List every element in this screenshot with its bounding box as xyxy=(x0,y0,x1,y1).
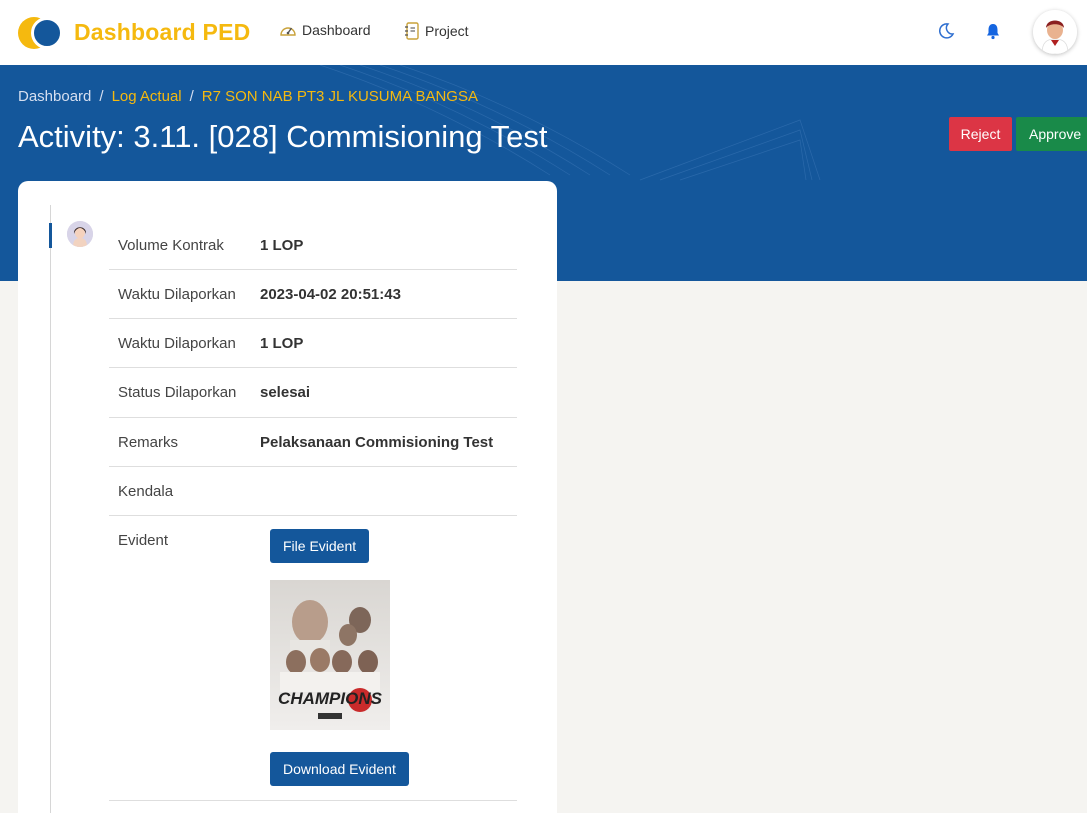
detail-value: 1 LOP xyxy=(260,236,304,254)
moon-icon[interactable] xyxy=(937,22,955,45)
download-evident-button[interactable]: Download Evident xyxy=(270,752,409,786)
detail-row: Kendala xyxy=(109,467,517,516)
page-title: Activity: 3.11. [028] Commisioning Test xyxy=(18,119,548,154)
detail-row: Volume Kontrak 1 LOP xyxy=(109,221,517,270)
detail-row: Status Dilaporkan selesai xyxy=(109,368,517,418)
detail-label: Volume Kontrak xyxy=(118,236,224,254)
detail-label: Remarks xyxy=(118,433,179,451)
reporter-avatar xyxy=(67,221,93,247)
top-navbar: Dashboard PED Dashboard Project xyxy=(0,0,1087,65)
timeline-line xyxy=(50,205,51,813)
evidence-image[interactable]: CHAMPIONS xyxy=(270,580,390,730)
detail-label: Evident xyxy=(118,532,169,549)
detail-value: 2023-04-02 20:51:43 xyxy=(260,285,401,303)
detail-row: Waktu Dilaporkan 1 LOP xyxy=(109,319,517,368)
file-evident-button[interactable]: File Evident xyxy=(270,529,370,563)
brand-name: Dashboard PED xyxy=(74,19,251,45)
reject-button[interactable]: Reject xyxy=(949,117,1012,151)
breadcrumb-current[interactable]: R7 SON NAB PT3 JL KUSUMA BANGSA xyxy=(202,88,478,105)
activity-detail-card: Volume Kontrak 1 LOP Waktu Dilaporkan 20… xyxy=(18,181,557,813)
user-avatar[interactable] xyxy=(1033,10,1077,54)
detail-value: Pelaksanaan Commisioning Test xyxy=(260,433,494,451)
breadcrumb: Dashboard / Log Actual / R7 SON NAB PT3 … xyxy=(18,88,478,105)
notebook-icon xyxy=(405,22,419,40)
timeline-marker xyxy=(49,223,52,248)
nav-project-link[interactable]: Project xyxy=(404,22,469,40)
nav-dashboard-link[interactable]: Dashboard xyxy=(279,22,371,38)
detail-label: Waktu Dilaporkan xyxy=(118,334,236,352)
nav-project-label: Project xyxy=(425,23,469,39)
detail-value: selesai xyxy=(260,384,311,401)
detail-label: Waktu Dilaporkan xyxy=(118,285,236,303)
detail-row: Remarks Pelaksanaan Commisioning Test xyxy=(109,418,517,467)
poster-text: CHAMPIONS xyxy=(278,689,383,708)
bell-icon[interactable] xyxy=(985,22,1001,45)
detail-label: Kendala xyxy=(118,482,174,500)
nav-dashboard-label: Dashboard xyxy=(302,22,371,38)
detail-value: 1 LOP xyxy=(260,334,304,352)
breadcrumb-dashboard[interactable]: Dashboard xyxy=(18,88,91,105)
detail-label: Status Dilaporkan xyxy=(118,384,237,401)
breadcrumb-separator: / xyxy=(189,88,194,105)
approve-button[interactable]: Approve xyxy=(1016,117,1087,151)
breadcrumb-log-actual[interactable]: Log Actual xyxy=(112,88,182,105)
brand-logo-icon xyxy=(18,16,64,49)
breadcrumb-separator: / xyxy=(99,88,104,105)
speedometer-icon xyxy=(280,27,296,36)
brand[interactable]: Dashboard PED xyxy=(18,16,251,49)
detail-row: Waktu Dilaporkan 2023-04-02 20:51:43 xyxy=(109,270,517,319)
